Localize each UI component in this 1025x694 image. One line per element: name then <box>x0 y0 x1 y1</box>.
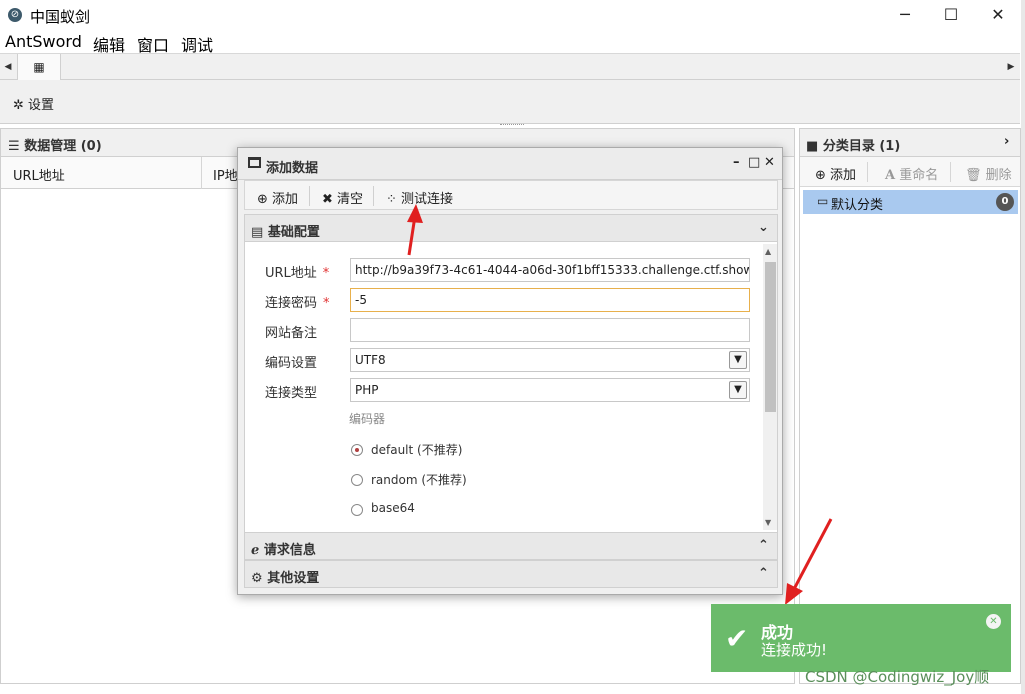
window-title: 中国蚁剑 <box>30 8 91 26</box>
category-label: 默认分类 <box>831 198 884 213</box>
encoder-default-radio[interactable] <box>351 444 363 456</box>
x-icon: ✖ <box>322 192 333 207</box>
watermark-text: CSDN @Codingwiz_Joy顺 <box>805 668 990 686</box>
password-label: 连接密码 * <box>265 296 330 311</box>
scroll-down-icon[interactable]: ▼ <box>765 518 771 527</box>
chevron-down-icon: ▼ <box>729 351 747 369</box>
tab-home[interactable]: ▦ <box>17 54 61 80</box>
basic-config-header[interactable]: ▤ 基础配置 ⌄ <box>244 214 778 242</box>
scroll-up-icon[interactable]: ▲ <box>765 247 771 256</box>
type-label: 连接类型 <box>265 386 318 401</box>
dialog-toolbar: ⊕ 添加 ✖ 清空 ⁘ 测试连接 <box>244 180 778 210</box>
toast-message: 连接成功! <box>761 641 828 659</box>
folder-outline-icon: ▭ <box>817 194 829 208</box>
folder-icon: ■ <box>806 139 819 154</box>
minimize-button[interactable]: ─ <box>882 4 928 26</box>
app-logo-icon: ⊘ <box>8 8 22 22</box>
encoder-default-label[interactable]: default (不推荐) <box>371 441 462 458</box>
add-category-button[interactable]: ⊕ 添加 <box>815 164 856 183</box>
success-toast: ✔ 成功 连接成功! ✕ <box>711 604 1011 672</box>
chevron-up-icon: ⌃ <box>758 538 769 553</box>
type-select[interactable]: PHP ▼ <box>350 378 750 402</box>
encoder-base64-radio[interactable] <box>351 504 363 516</box>
file-icon: ▤ <box>251 225 264 240</box>
form-scrollbar[interactable]: ▲ ▼ <box>763 244 777 530</box>
maximize-button[interactable]: ☐ <box>928 4 974 26</box>
column-divider[interactable] <box>201 157 202 189</box>
dialog-title: 添加数据 <box>266 161 319 176</box>
window-edge <box>1021 0 1025 694</box>
toast-close-icon[interactable]: ✕ <box>986 614 1001 629</box>
menu-bar: AntSword 编辑 窗口 调试 <box>0 31 1025 55</box>
encoding-value: UTF8 <box>355 353 386 367</box>
layout-splitter[interactable] <box>500 124 524 127</box>
note-label: 网站备注 <box>265 326 318 341</box>
chevron-up-icon: ⌃ <box>758 566 769 581</box>
radio-selected-dot <box>355 448 359 452</box>
checkmark-icon: ✔ <box>725 622 749 655</box>
request-info-label: ℯ 请求信息 <box>251 543 316 558</box>
plus-circle-icon: ⊕ <box>815 168 826 183</box>
other-settings-header[interactable]: ⚙ 其他设置 ⌃ <box>244 560 778 588</box>
title-bar: ⊘ 中国蚁剑 ─ ☐ ✕ <box>0 0 1025 31</box>
font-icon: A <box>885 168 896 183</box>
list-icon: ☰ <box>8 139 20 154</box>
encoding-label: 编码设置 <box>265 356 318 371</box>
toolbar-separator <box>373 186 374 206</box>
trash-icon: 🗑 <box>965 168 982 183</box>
plus-circle-icon: ⊕ <box>257 192 268 207</box>
data-management-title: ☰ 数据管理 (0) <box>8 139 102 154</box>
tab-scroll-left-button[interactable]: ◀ <box>0 54 16 80</box>
basic-config-form: URL地址 * http://b9a39f73-4c61-4044-a06d-30… <box>244 242 778 532</box>
url-label: URL地址 * <box>265 266 330 281</box>
encoder-base64-label[interactable]: base64 <box>371 501 415 515</box>
delete-category-button[interactable]: 🗑 删除 <box>965 164 1012 183</box>
encoder-label: 编码器 <box>349 412 386 426</box>
dialog-header[interactable]: 添加数据 – □ ✕ <box>238 148 782 180</box>
settings-button[interactable]: ✲ 设置 <box>13 94 54 113</box>
window-icon <box>248 157 261 168</box>
add-button[interactable]: ⊕ 添加 <box>257 188 298 207</box>
category-header: ■ 分类目录 (1) › <box>800 129 1020 157</box>
dialog-minimize-button[interactable]: – <box>733 155 740 170</box>
clear-button[interactable]: ✖ 清空 <box>322 188 363 207</box>
tab-scroll-right-button[interactable]: ▶ <box>1003 54 1019 80</box>
annotation-arrow-up <box>407 204 423 256</box>
rename-category-button[interactable]: A 重命名 <box>885 164 938 183</box>
chevron-down-icon: ▼ <box>729 381 747 399</box>
annotation-arrow-down <box>785 518 833 605</box>
category-toolbar: ⊕ 添加 A 重命名 🗑 删除 <box>800 157 1020 187</box>
note-input[interactable] <box>350 318 750 342</box>
close-button[interactable]: ✕ <box>975 4 1021 26</box>
main-toolbar: ✲ 设置 <box>0 80 1020 124</box>
gear-icon: ✲ <box>13 98 24 113</box>
toolbar-separator <box>867 162 868 182</box>
scrollbar-thumb[interactable] <box>765 262 776 412</box>
gears-icon: ⚙ <box>251 571 263 586</box>
encoder-random-label[interactable]: random (不推荐) <box>371 471 467 488</box>
url-input[interactable]: http://b9a39f73-4c61-4044-a06d-30f1bff15… <box>350 258 750 282</box>
category-item[interactable]: ▭ 默认分类 0 <box>803 190 1018 214</box>
toolbar-separator <box>309 186 310 206</box>
chevron-down-icon: ⌄ <box>758 220 769 235</box>
encoder-random-radio[interactable] <box>351 474 363 486</box>
type-value: PHP <box>355 383 379 397</box>
password-input[interactable]: -5 <box>350 288 750 312</box>
settings-label: 设置 <box>28 98 55 113</box>
dialog-close-button[interactable]: ✕ <box>764 155 775 170</box>
tab-strip: ◀ ▦ ▶ <box>0 53 1020 80</box>
category-title: ■ 分类目录 (1) <box>806 139 901 154</box>
collapse-panel-icon[interactable]: › <box>1004 134 1009 149</box>
other-settings-label: ⚙ 其他设置 <box>251 571 320 586</box>
encoding-select[interactable]: UTF8 ▼ <box>350 348 750 372</box>
menu-antsword[interactable]: AntSword <box>5 32 82 51</box>
add-data-dialog: 添加数据 – □ ✕ ⊕ 添加 ✖ 清空 ⁘ 测试连接 ▤ 基础配置 ⌄ URL… <box>237 147 783 595</box>
category-count-badge: 0 <box>996 193 1014 211</box>
basic-config-label: ▤ 基础配置 <box>251 225 320 240</box>
column-url[interactable]: URL地址 <box>13 165 65 184</box>
toolbar-separator <box>950 162 951 182</box>
dialog-maximize-button[interactable]: □ <box>748 155 760 170</box>
edge-icon: ℯ <box>251 543 260 558</box>
request-info-header[interactable]: ℯ 请求信息 ⌃ <box>244 532 778 560</box>
